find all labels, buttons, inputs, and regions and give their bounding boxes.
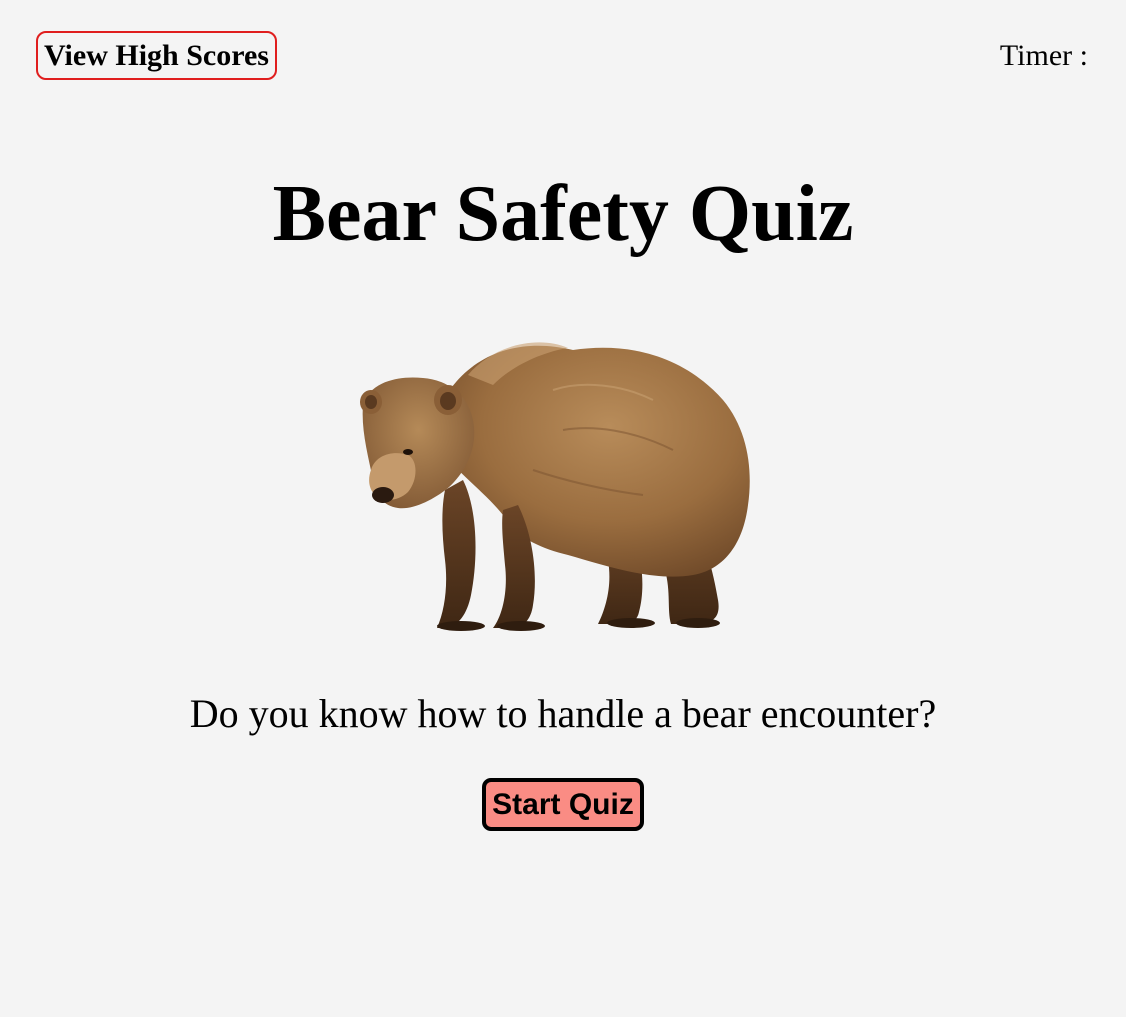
tagline-text: Do you know how to handle a bear encount… <box>189 691 937 736</box>
timer-label: Timer : <box>999 39 1088 72</box>
bear-image <box>353 330 773 640</box>
view-high-scores-button[interactable]: View High Scores <box>36 31 277 80</box>
start-quiz-button[interactable]: Start Quiz <box>482 778 644 831</box>
brown-bear-icon <box>360 342 750 631</box>
page-title: Bear Safety Quiz <box>272 170 854 258</box>
